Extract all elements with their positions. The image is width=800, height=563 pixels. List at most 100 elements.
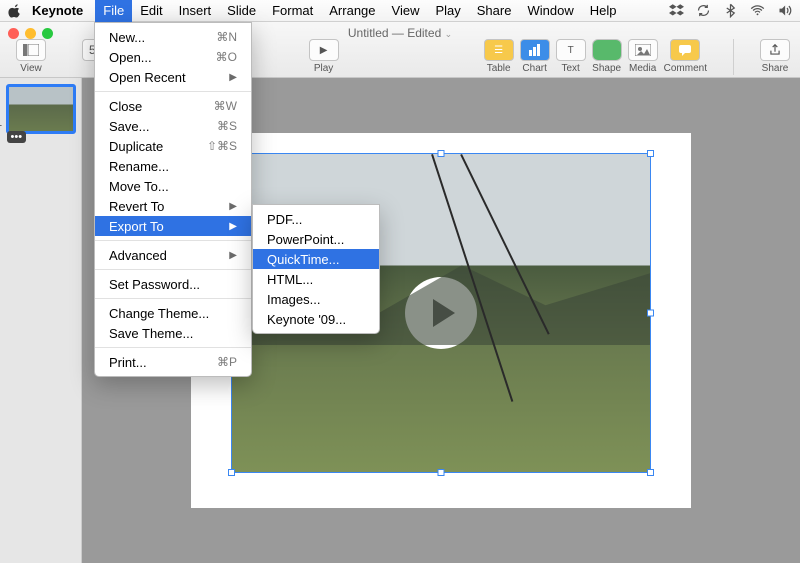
file-menu-item-open-recent[interactable]: Open Recent▶ [95, 67, 251, 87]
export-submenu-item-quicktime[interactable]: QuickTime... [253, 249, 379, 269]
menu-item-shortcut: ⇧⌘S [207, 139, 237, 153]
menu-item-label: Advanced [109, 248, 167, 263]
comment-button-label: Comment [664, 63, 707, 74]
menubar-help[interactable]: Help [582, 0, 625, 22]
menubar-view[interactable]: View [384, 0, 428, 22]
text-button[interactable]: TText [556, 39, 586, 74]
export-submenu-item-images[interactable]: Images... [253, 289, 379, 309]
resize-handle-tr[interactable] [647, 150, 654, 157]
menu-item-label: PDF... [267, 212, 302, 227]
sync-icon[interactable] [696, 3, 711, 18]
document-title-text: Untitled — Edited [348, 26, 441, 40]
resize-handle-br[interactable] [647, 469, 654, 476]
menubar-app-name[interactable]: Keynote [32, 3, 83, 18]
menu-item-shortcut: ⌘O [216, 50, 237, 64]
slide-navigator[interactable]: 1 [0, 78, 82, 563]
table-button-label: Table [487, 63, 511, 74]
play-button-label: Play [314, 63, 333, 74]
menubar-edit[interactable]: Edit [132, 0, 170, 22]
wifi-icon[interactable] [750, 3, 765, 18]
menu-item-label: New... [109, 30, 145, 45]
menu-item-label: Duplicate [109, 139, 163, 154]
minimize-window-button[interactable] [25, 28, 36, 39]
view-button[interactable]: View [16, 39, 46, 74]
submenu-arrow-icon: ▶ [229, 221, 237, 232]
menu-item-shortcut: ⌘W [214, 99, 237, 113]
menu-item-label: QuickTime... [267, 252, 339, 267]
window-controls [8, 28, 53, 39]
chart-button-label: Chart [522, 63, 546, 74]
file-menu-item-save[interactable]: Save... ⌘S [95, 116, 251, 136]
menubar-file[interactable]: File [95, 0, 132, 22]
menu-separator [95, 269, 251, 270]
file-menu-item-set-password[interactable]: Set Password... [95, 274, 251, 294]
menubar-status-tray [669, 3, 792, 18]
menu-item-label: Images... [267, 292, 320, 307]
share-button[interactable]: Share [760, 39, 790, 74]
menu-item-label: Save... [109, 119, 149, 134]
menu-separator [95, 298, 251, 299]
volume-icon[interactable] [777, 3, 792, 18]
menubar-share[interactable]: Share [469, 0, 520, 22]
mac-menubar: Keynote File Edit Insert Slide Format Ar… [0, 0, 800, 22]
comment-button[interactable]: Comment [664, 39, 707, 74]
share-button-label: Share [762, 63, 789, 74]
menu-item-label: HTML... [267, 272, 313, 287]
export-submenu-item-keynote-09[interactable]: Keynote '09... [253, 309, 379, 329]
title-chevron-icon[interactable]: ⌄ [445, 29, 453, 39]
file-menu-item-save-theme[interactable]: Save Theme... [95, 323, 251, 343]
menu-item-label: Rename... [109, 159, 169, 174]
menu-item-label: PowerPoint... [267, 232, 344, 247]
resize-handle-tm[interactable] [438, 150, 445, 157]
document-title: Untitled — Edited ⌄ [348, 26, 452, 40]
slide-thumbnail-1[interactable] [6, 84, 76, 134]
file-menu-item-change-theme[interactable]: Change Theme... [95, 303, 251, 323]
menu-separator [95, 240, 251, 241]
menu-item-label: Open... [109, 50, 152, 65]
export-submenu-item-powerpoint[interactable]: PowerPoint... [253, 229, 379, 249]
view-button-label: View [20, 63, 42, 74]
file-menu-item-new[interactable]: New...⌘N [95, 27, 251, 47]
submenu-arrow-icon: ▶ [229, 201, 237, 212]
menu-item-label: Keynote '09... [267, 312, 346, 327]
menubar-slide[interactable]: Slide [219, 0, 264, 22]
close-window-button[interactable] [8, 28, 19, 39]
table-button[interactable]: ☰Table [484, 39, 514, 74]
text-button-label: Text [561, 63, 579, 74]
apple-menu-icon[interactable] [8, 4, 22, 18]
file-menu-item-advanced[interactable]: Advanced▶ [95, 245, 251, 265]
chart-button[interactable]: Chart [520, 39, 550, 74]
media-button-label: Media [629, 63, 656, 74]
export-submenu-item-html[interactable]: HTML... [253, 269, 379, 289]
menubar-format[interactable]: Format [264, 0, 321, 22]
shape-button-label: Shape [592, 63, 621, 74]
menubar-insert[interactable]: Insert [171, 0, 220, 22]
file-menu-item-rename[interactable]: Rename... [95, 156, 251, 176]
play-button[interactable]: ▶ Play [309, 39, 339, 74]
bluetooth-icon[interactable] [723, 3, 738, 18]
export-submenu-item-pdf[interactable]: PDF... [253, 209, 379, 229]
file-menu-item-print[interactable]: Print...⌘P [95, 352, 251, 372]
file-menu-item-duplicate[interactable]: Duplicate ⇧⌘S [95, 136, 251, 156]
menu-item-shortcut: ⌘S [217, 119, 237, 133]
slide-thumbnail-number: 1 [0, 118, 2, 129]
menu-item-label: Close [109, 99, 142, 114]
menu-item-label: Revert To [109, 199, 164, 214]
file-menu-item-move-to[interactable]: Move To... [95, 176, 251, 196]
dropbox-icon[interactable] [669, 3, 684, 18]
resize-handle-mr[interactable] [647, 310, 654, 317]
file-menu-item-export-to[interactable]: Export To▶ [95, 216, 251, 236]
resize-handle-bm[interactable] [438, 469, 445, 476]
menubar-window[interactable]: Window [519, 0, 581, 22]
menubar-arrange[interactable]: Arrange [321, 0, 383, 22]
file-menu-item-revert-to[interactable]: Revert To ▶ [95, 196, 251, 216]
menu-item-label: Set Password... [109, 277, 200, 292]
zoom-window-button[interactable] [42, 28, 53, 39]
file-menu-item-open[interactable]: Open... ⌘O [95, 47, 251, 67]
menu-item-shortcut: ⌘P [217, 355, 237, 369]
menubar-play[interactable]: Play [427, 0, 468, 22]
media-button[interactable]: Media [628, 39, 658, 74]
file-menu-item-close[interactable]: Close ⌘W [95, 96, 251, 116]
resize-handle-bl[interactable] [228, 469, 235, 476]
shape-button[interactable]: Shape [592, 39, 622, 74]
